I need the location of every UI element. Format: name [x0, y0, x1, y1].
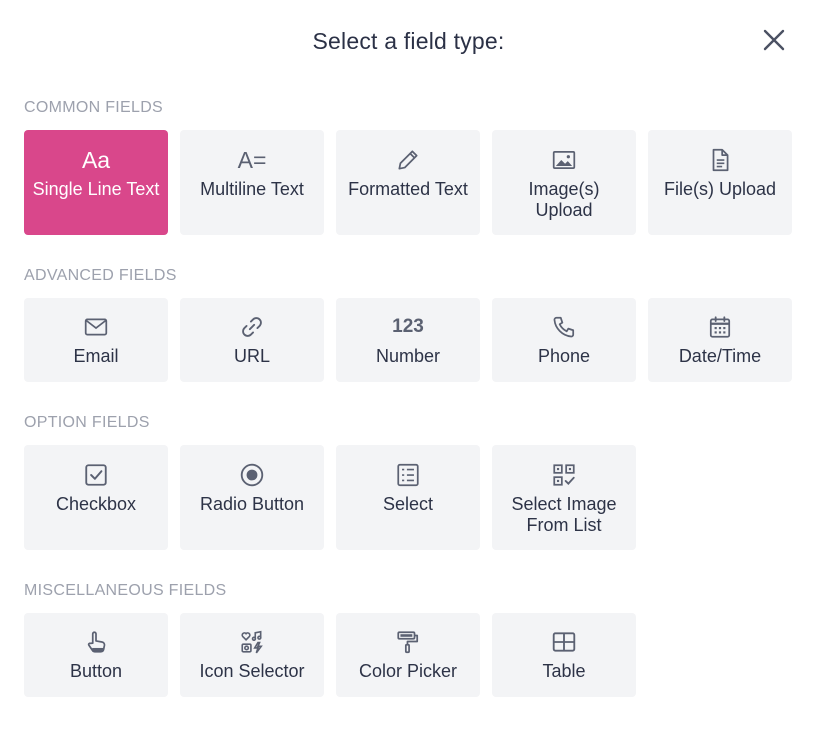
section-heading-option: OPTION FIELDS: [24, 414, 150, 431]
field-type-label: URL: [233, 346, 270, 366]
field-type-label: Multiline Text: [200, 179, 304, 199]
select-list-icon: [395, 462, 421, 488]
section-heading-common: COMMON FIELDS: [24, 99, 164, 116]
field-type-multiline-text[interactable]: A= Multiline Text: [180, 130, 324, 235]
field-type-label: Date/Time: [678, 346, 762, 366]
field-type-label: Icon Selector: [199, 661, 305, 681]
field-type-select[interactable]: Select: [336, 445, 480, 550]
field-type-date-time[interactable]: Date/Time: [648, 298, 792, 382]
field-type-email[interactable]: Email: [24, 298, 168, 382]
table-icon: [551, 629, 577, 655]
paint-roller-icon: [395, 629, 421, 655]
link-icon: [239, 314, 265, 340]
field-type-label: Select Image From List: [511, 494, 617, 535]
text-aa-icon: Aa: [81, 147, 111, 173]
multiline-text-icon: A=: [237, 147, 267, 173]
field-type-formatted-text[interactable]: Formatted Text: [336, 130, 480, 235]
modal-title: Select a field type:: [312, 28, 505, 54]
field-type-label: Phone: [537, 346, 591, 366]
field-type-label: Color Picker: [358, 661, 458, 681]
pointer-hand-icon: [83, 629, 109, 655]
field-type-label: Number: [375, 346, 441, 366]
field-type-button[interactable]: Button: [24, 613, 168, 697]
field-type-file-upload[interactable]: File(s) Upload: [648, 130, 792, 235]
field-type-label: Single Line Text: [32, 179, 160, 199]
file-icon: [707, 147, 733, 173]
number-123-icon: 123: [392, 316, 424, 337]
field-type-label: Select: [382, 494, 434, 514]
field-type-number[interactable]: 123 Number: [336, 298, 480, 382]
pencil-icon: [395, 147, 421, 173]
close-icon: [763, 29, 785, 56]
option-fields-grid: Checkbox Radio Button Select Select Imag…: [24, 445, 636, 550]
radio-icon: [239, 462, 265, 488]
field-type-label: Formatted Text: [348, 179, 468, 199]
image-list-icon: [551, 462, 577, 488]
field-type-checkbox[interactable]: Checkbox: [24, 445, 168, 550]
common-fields-grid: Aa Single Line Text A= Multiline Text Fo…: [24, 130, 792, 235]
field-type-icon-selector[interactable]: Icon Selector: [180, 613, 324, 697]
envelope-icon: [83, 314, 109, 340]
section-heading-advanced: ADVANCED FIELDS: [24, 267, 177, 284]
field-type-label: Image(s) Upload: [528, 179, 600, 220]
close-button[interactable]: [760, 28, 788, 56]
field-type-label: Checkbox: [55, 494, 137, 514]
field-type-label: Radio Button: [199, 494, 305, 514]
calendar-icon: [707, 314, 733, 340]
image-icon: [551, 147, 577, 173]
field-type-color-picker[interactable]: Color Picker: [336, 613, 480, 697]
field-type-label: File(s) Upload: [663, 179, 777, 199]
checkbox-icon: [83, 462, 109, 488]
advanced-fields-grid: Email URL 123 Number Phone Date/Time: [24, 298, 792, 382]
field-type-label: Table: [542, 661, 586, 681]
field-type-label: Button: [69, 661, 123, 681]
field-type-phone[interactable]: Phone: [492, 298, 636, 382]
section-heading-misc: MISCELLANEOUS FIELDS: [24, 582, 227, 599]
field-type-radio-button[interactable]: Radio Button: [180, 445, 324, 550]
field-type-image-upload[interactable]: Image(s) Upload: [492, 130, 636, 235]
misc-fields-grid: Button Icon Selector Color Picker Table: [24, 613, 636, 697]
phone-icon: [551, 314, 577, 340]
icon-selector-icon: [239, 629, 265, 655]
field-type-single-line-text[interactable]: Aa Single Line Text: [24, 130, 168, 235]
field-type-table[interactable]: Table: [492, 613, 636, 697]
field-type-url[interactable]: URL: [180, 298, 324, 382]
field-type-select-image-from-list[interactable]: Select Image From List: [492, 445, 636, 550]
field-type-label: Email: [73, 346, 119, 366]
